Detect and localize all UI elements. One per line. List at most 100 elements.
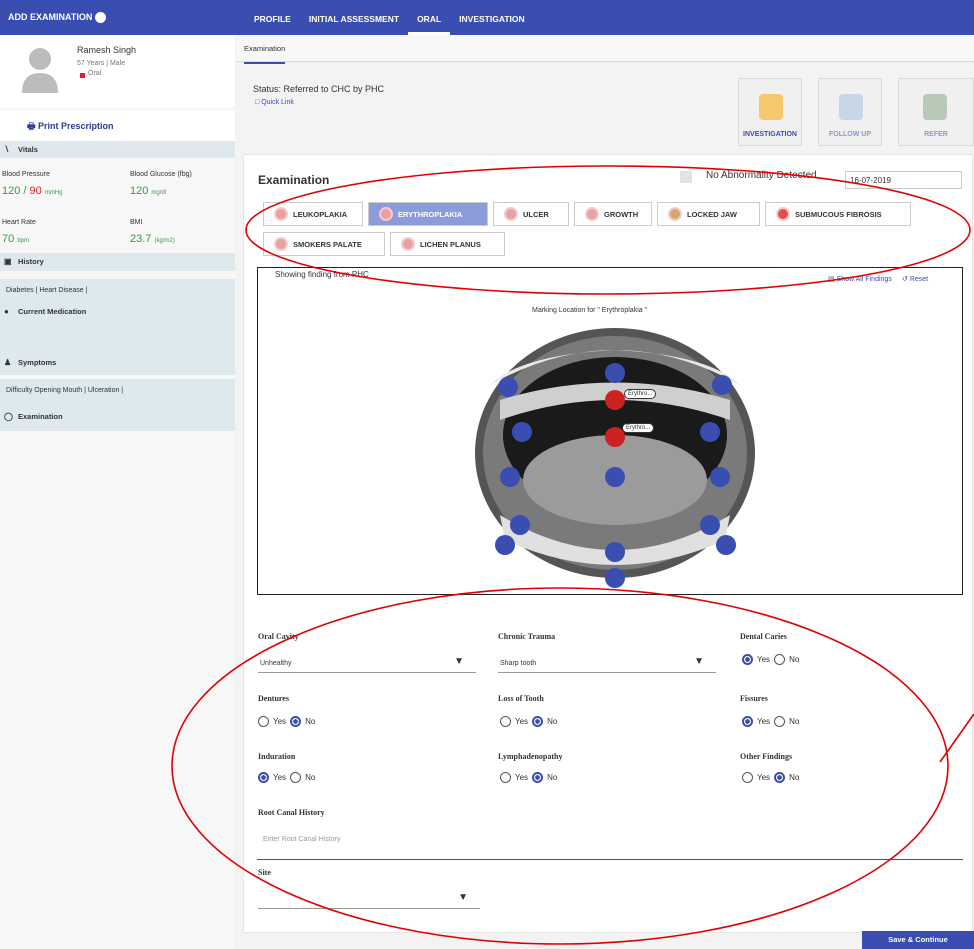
lymphadenopathy-label: Lymphadenopathy [498,752,563,761]
chip-erythroplakia[interactable]: ERYTHROPLAKIA [368,202,488,226]
marker-point[interactable] [510,515,530,535]
radio-no[interactable] [774,654,786,665]
tab-initial-assessment[interactable]: INITIAL ASSESSMENT [300,0,408,35]
refer-card[interactable]: REFER [898,78,974,146]
save-continue-button[interactable]: Save & Continue [862,931,974,949]
marker-label-1: Erythro... [624,389,657,399]
tab-profile[interactable]: PROFILE [245,0,300,35]
nad-checkbox[interactable] [680,171,692,183]
undo-icon: ↺ [902,276,910,283]
site-select[interactable]: ▼ [258,885,480,909]
symptoms-list: Difficulty Opening Mouth | Ulceration | [0,379,235,403]
marker-point[interactable] [605,542,625,562]
marker-point[interactable] [710,467,730,487]
marker-point[interactable] [605,568,625,588]
radio-yes[interactable] [258,772,269,783]
mouth-diagram[interactable] [470,325,760,590]
chip-label: LICHEN PLANUS [420,239,481,249]
yes-label: Yes [273,717,287,726]
sub-tab-bar: Examination [237,35,974,64]
tab-oral[interactable]: ORAL [408,0,451,35]
chip-leukoplakia[interactable]: LEUKOPLAKIA [263,202,363,226]
marker-point[interactable] [498,377,518,397]
chip-locked-jaw[interactable]: LOCKED JAW [657,202,760,226]
marker-point[interactable] [512,422,532,442]
radio-yes[interactable] [500,772,511,783]
dental-caries-radio[interactable]: Yes No [742,654,799,665]
print-label: Print Prescription [38,121,114,131]
mouth-icon [274,237,288,251]
dentures-radio[interactable]: Yes No [258,716,315,727]
radio-no[interactable] [532,716,544,727]
radio-no[interactable] [774,716,786,727]
marker-point[interactable] [500,467,520,487]
marker-point[interactable] [605,363,625,383]
tab-investigation[interactable]: INVESTIGATION [450,0,534,35]
radio-no[interactable] [532,772,544,783]
marker-point[interactable] [700,515,720,535]
marker-label-2: Erythro... [622,423,655,433]
marker-selected[interactable] [605,390,625,410]
bmi-label: BMI [130,219,143,226]
quick-link[interactable]: □ Quick Link [255,99,294,106]
refer-icon [923,94,947,120]
bg-label: Blood Glucose (fbg) [130,171,192,178]
radio-yes[interactable] [742,772,753,783]
reset-link[interactable]: ↺ Reset [902,275,928,283]
bg-unit: mg/dl [151,190,167,196]
induration-radio[interactable]: Yes No [258,772,315,783]
dropdown-arrow-icon: ▼ [454,656,464,667]
tag-dot-icon [80,73,85,78]
marker-point[interactable] [495,535,515,555]
patient-tag: Oral [88,70,102,77]
investigation-card[interactable]: INVESTIGATION [738,78,802,146]
other-findings-label: Other Findings [740,752,793,761]
tab-examination[interactable]: Examination [244,44,286,64]
radio-yes[interactable] [742,716,753,727]
lymphadenopathy-radio[interactable]: Yes No [500,772,557,783]
oral-cavity-select[interactable]: Unhealthy ▼ [258,649,476,673]
mouth-icon [585,207,599,221]
loss-of-tooth-radio[interactable]: Yes No [500,716,557,727]
yes-label: Yes [515,717,529,726]
list-icon: ▤ [828,276,837,283]
radio-yes[interactable] [742,654,753,665]
patient-name: Ramesh Singh [77,45,137,55]
chip-lichen-planus[interactable]: LICHEN PLANUS [390,232,505,256]
chronic-trauma-select[interactable]: Sharp tooth ▼ [498,649,716,673]
radio-no[interactable] [774,772,786,783]
chip-submucous-fibrosis[interactable]: SUBMUCOUS FIBROSIS [765,202,911,226]
chip-smokers-palate[interactable]: SMOKERS PALATE [263,232,385,256]
root-canal-input[interactable]: Enter Root Canal History [257,823,963,860]
chip-growth[interactable]: GROWTH [574,202,652,226]
date-field[interactable]: 16-07-2019 [845,171,962,189]
marker-point[interactable] [605,467,625,487]
no-label: No [789,655,800,664]
marker-point[interactable] [700,422,720,442]
show-all-findings-link[interactable]: ▤ Show All Findings [828,275,892,283]
marker-point[interactable] [712,375,732,395]
print-prescription-button[interactable]: 🖶 Print Prescription [0,111,235,141]
oral-cavity-value: Unhealthy [260,660,292,667]
chip-label: ERYTHROPLAKIA [398,209,463,219]
main-nav: PROFILE INITIAL ASSESSMENT ORAL INVESTIG… [245,0,534,35]
radio-yes[interactable] [258,716,269,727]
fissures-radio[interactable]: Yes No [742,716,799,727]
info-icon[interactable] [95,12,106,23]
radio-no[interactable] [290,716,302,727]
radio-yes[interactable] [500,716,511,727]
chip-ulcer[interactable]: ULCER [493,202,569,226]
stethoscope-icon: ∖ [4,145,10,154]
marker-point[interactable] [716,535,736,555]
other-findings-radio[interactable]: Yes No [742,772,799,783]
chip-label: LEUKOPLAKIA [293,209,348,219]
referral-status: Status: Referred to CHC by PHC [253,84,385,94]
printer-icon: 🖶 [27,121,38,131]
examination-title: Examination [258,173,330,187]
examination-header: ◯ Examination [0,403,235,431]
history-title: History [18,257,44,266]
chip-label: ULCER [523,209,549,219]
follow-up-card[interactable]: FOLLOW UP [818,78,882,146]
radio-no[interactable] [290,772,302,783]
bp-unit: mmHg [44,190,63,196]
